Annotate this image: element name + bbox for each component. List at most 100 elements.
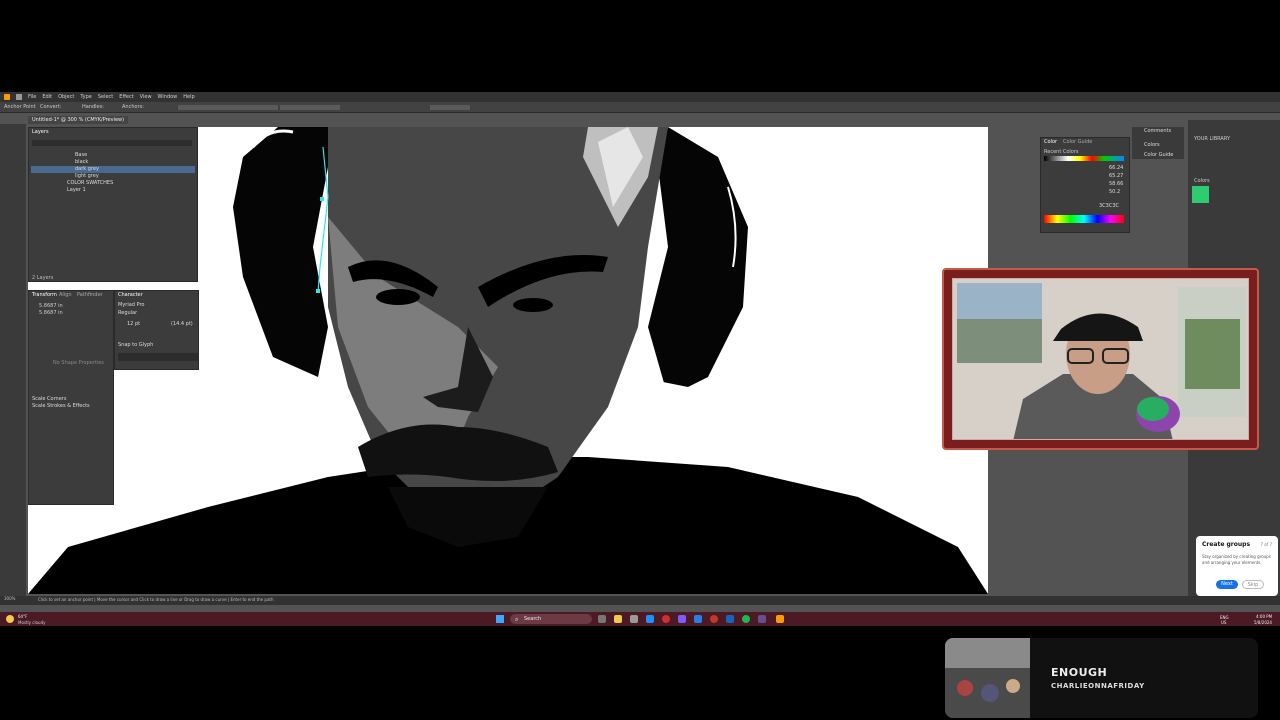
tab-color-guide[interactable]: Color Guide	[1063, 140, 1092, 145]
transform-controls[interactable]	[430, 105, 470, 110]
magenta-value[interactable]: 65.27	[1109, 174, 1123, 179]
layer-name: black	[75, 159, 89, 165]
layers-count: 2 Layers	[32, 275, 54, 281]
menu-object[interactable]: Object	[58, 94, 74, 100]
photoshop-icon[interactable]	[726, 615, 734, 623]
app-icon-2[interactable]	[758, 615, 766, 623]
color-guide-label[interactable]: Color Guide	[1144, 153, 1173, 158]
file-explorer-icon[interactable]	[614, 615, 622, 623]
search-placeholder: Search	[524, 616, 542, 622]
weather-icon[interactable]	[6, 615, 14, 623]
app-logo-icon[interactable]	[4, 94, 10, 100]
width-field[interactable]: 5.8687 in	[39, 304, 63, 309]
spotify-icon[interactable]	[742, 615, 750, 623]
library-color-swatch[interactable]	[1192, 186, 1209, 203]
task-view-icon[interactable]	[598, 615, 606, 623]
menu-help[interactable]: Help	[183, 94, 194, 100]
hex-field[interactable]: 3C3C3C	[1099, 204, 1119, 209]
layer-row[interactable]: Layer 1	[31, 187, 195, 194]
clock-time[interactable]: 4:00 PM	[1256, 614, 1272, 619]
menu-window[interactable]: Window	[158, 94, 178, 100]
layers-search-input[interactable]	[32, 140, 192, 146]
document-tab[interactable]: Untitled-1* @ 300 % (CMYK/Preview)	[28, 116, 129, 124]
app-icon[interactable]	[694, 615, 702, 623]
tab-color[interactable]: Color	[1044, 140, 1057, 145]
no-shape-note: No Shape Properties	[53, 360, 104, 366]
yellow-value[interactable]: 58.66	[1109, 182, 1123, 187]
layer-row-selected[interactable]: dark grey	[31, 166, 195, 173]
edge-icon[interactable]	[646, 615, 654, 623]
home-icon[interactable]	[16, 94, 22, 100]
clock-date[interactable]: 5/8/2024	[1254, 620, 1272, 625]
menu-bar: File Edit Object Type Select Effect View…	[0, 92, 1280, 102]
zoom-level[interactable]: 300%	[4, 597, 15, 601]
color-spectrum[interactable]	[1044, 215, 1124, 223]
character-panel: Character Myriad Pro Regular 12 pt (14.4…	[114, 290, 199, 370]
layer-row[interactable]: light grey	[31, 173, 195, 180]
menu-file[interactable]: File	[28, 94, 36, 100]
layers-header: Layers	[32, 129, 49, 135]
align-controls[interactable]	[178, 105, 278, 110]
lang-bottom: US	[1221, 620, 1227, 625]
recent-colors-label: Recent Colors	[1044, 149, 1079, 155]
webcam-feed	[952, 278, 1249, 440]
tab-transform[interactable]: Transform	[32, 293, 57, 298]
chrome-icon[interactable]	[710, 615, 718, 623]
layer-name: light grey	[75, 173, 99, 179]
illustrator-icon[interactable]	[776, 615, 784, 623]
menu-edit[interactable]: Edit	[42, 94, 52, 100]
skip-button[interactable]: Skip	[1242, 580, 1264, 589]
menu-select[interactable]: Select	[98, 94, 113, 100]
webcam-image	[953, 279, 1248, 439]
transform-panel: Transform Align Pathfinder 5.8687 in 5.8…	[28, 290, 114, 505]
weather-desc: Mostly cloudy	[18, 620, 46, 625]
obs-icon[interactable]	[662, 615, 670, 623]
windows-start-icon[interactable]	[496, 615, 504, 623]
scale-corners-checkbox[interactable]: Scale Corners	[32, 397, 66, 402]
track-artist: CHARLIEONNAFRIDAY	[1051, 682, 1145, 690]
coordinate-controls[interactable]	[280, 105, 340, 110]
taskbar-search-input[interactable]	[510, 614, 592, 624]
layer-row[interactable]: black	[31, 159, 195, 166]
comments-panel: Comments Colors Color Guide	[1132, 127, 1184, 159]
black-value[interactable]: 50.2	[1109, 190, 1120, 195]
colors-label[interactable]: Colors	[1144, 143, 1160, 148]
tab-align[interactable]: Align	[59, 293, 72, 298]
menu-effect[interactable]: Effect	[119, 94, 133, 100]
recent-swatches[interactable]	[1044, 156, 1124, 161]
tooltip-step: 7 of 7	[1260, 542, 1273, 547]
layer-name: Base	[75, 152, 88, 158]
font-size-field[interactable]: 12 pt	[127, 322, 140, 327]
handles-label: Handles:	[82, 104, 104, 110]
store-icon[interactable]	[630, 615, 638, 623]
next-button[interactable]: Next	[1216, 580, 1238, 589]
menu-type[interactable]: Type	[80, 94, 91, 100]
layer-row[interactable]: COLOR SWATCHES	[31, 180, 195, 187]
menu-view[interactable]: View	[140, 94, 152, 100]
glyph-snap-buttons[interactable]	[118, 353, 198, 361]
library-name[interactable]: YOUR LIBRARY	[1194, 137, 1230, 142]
scale-strokes-checkbox[interactable]: Scale Strokes & Effects	[32, 404, 90, 409]
control-mode: Anchor Point	[4, 104, 36, 110]
tools-panel	[0, 124, 26, 604]
discord-icon[interactable]	[678, 615, 686, 623]
album-art-image	[945, 638, 1030, 718]
taskbar: 64°F Mostly cloudy ⌕ Search ENG US 4:00 …	[0, 612, 1280, 626]
color-panel: Color Color Guide Recent Colors 66.24 65…	[1040, 137, 1130, 233]
layers-panel: Layers Base black dark grey light grey C…	[28, 127, 198, 282]
control-bar: Anchor Point Convert: Handles: Anchors:	[0, 102, 1280, 113]
comments-label[interactable]: Comments	[1144, 129, 1171, 134]
webcam-overlay	[942, 268, 1259, 450]
layer-name: dark grey	[75, 166, 99, 172]
height-field[interactable]: 5.8687 in	[39, 311, 63, 316]
weather-temp: 64°F	[18, 614, 28, 619]
tab-pathfinder[interactable]: Pathfinder	[77, 293, 103, 298]
status-hint: Click to set an anchor point | Move the …	[38, 597, 274, 602]
font-style-select[interactable]: Regular	[118, 311, 137, 316]
cyan-value[interactable]: 66.24	[1109, 166, 1123, 171]
font-family-select[interactable]: Myriad Pro	[118, 303, 144, 308]
layer-row[interactable]: Base	[31, 152, 195, 159]
layer-name: COLOR SWATCHES	[67, 180, 114, 186]
tooltip-body: Stay organized by creating groups and ar…	[1202, 554, 1271, 565]
leading-field[interactable]: (14.4 pt)	[171, 322, 193, 327]
